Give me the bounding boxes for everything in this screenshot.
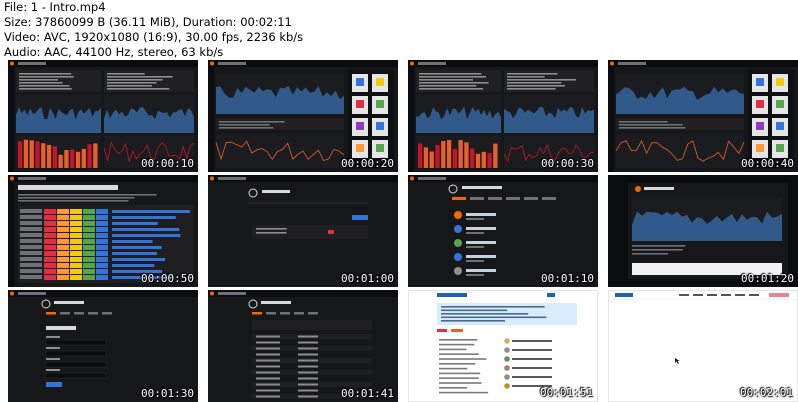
timestamp: 00:01:41	[341, 387, 394, 400]
timestamp: 00:02:01	[740, 386, 793, 399]
thumbnail-dashboard-panels: 00:00:20	[208, 60, 398, 172]
thumbnail-preview	[208, 60, 398, 172]
thumbnail-preview	[608, 60, 798, 172]
thumbnail-community-page: 00:01:51	[408, 290, 598, 402]
thumbnail-dashboard-panels: 00:00:40	[608, 60, 798, 172]
thumbnail-preview	[408, 60, 598, 172]
thumbnail-preview	[408, 175, 598, 276]
thumbnail-server-admin-form: 00:01:30	[8, 290, 198, 402]
timestamp: 00:01:51	[540, 386, 593, 399]
thumbnail-dashboard-charts: 00:00:10	[8, 60, 198, 172]
thumbnail-preview	[208, 290, 398, 399]
timestamp: 00:00:30	[541, 157, 594, 170]
thumbnail-preview	[8, 290, 198, 387]
timestamp: 00:01:30	[141, 387, 194, 400]
timestamp: 00:01:00	[341, 272, 394, 285]
audio-info: Audio: AAC, 44100 Hz, stereo, 63 kb/s	[4, 45, 224, 59]
thumbnail-preview	[628, 183, 788, 279]
thumbnail-warning-settings: 00:01:00	[208, 175, 398, 287]
timestamp: 00:00:10	[141, 157, 194, 170]
thumbnail-preview	[208, 175, 398, 239]
thumbnail-welcome-table: 00:00:50	[8, 175, 198, 287]
timestamp: 00:00:20	[341, 157, 394, 170]
video-info: Video: AVC, 1920x1080 (16:9), 30.00 fps,…	[4, 30, 304, 44]
timestamp: 00:00:40	[741, 157, 794, 170]
timestamp: 00:00:50	[141, 272, 194, 285]
thumbnail-blank-page: 00:02:01	[608, 290, 798, 402]
thumbnail-preview	[8, 175, 198, 287]
thumbnail-server-admin-table: 00:01:41	[208, 290, 398, 402]
timestamp: 00:01:20	[741, 272, 794, 285]
thumbnail-dashboard-charts: 00:00:30	[408, 60, 598, 172]
file-info-header: File: 1 - Intro.mp4 Size: 37860099 B (36…	[4, 0, 303, 60]
thumbnail-dashboard-small: 00:01:20	[608, 175, 798, 287]
file-name: File: 1 - Intro.mp4	[4, 0, 106, 14]
file-size: Size: 37860099 B (36.11 MiB), Duration: …	[4, 15, 292, 29]
timestamp: 00:01:10	[541, 272, 594, 285]
thumbnail-preview	[8, 60, 198, 172]
thumbnail-configuration-list: 00:01:10	[408, 175, 598, 287]
